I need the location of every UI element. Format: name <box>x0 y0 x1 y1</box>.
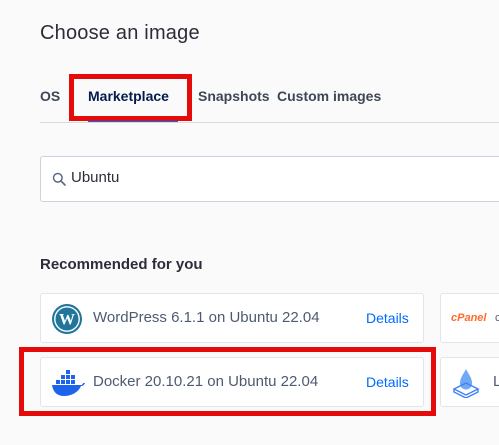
tab-os[interactable]: OS <box>40 88 60 104</box>
svg-text:W: W <box>59 312 75 329</box>
tab-snapshots[interactable]: Snapshots <box>198 88 270 104</box>
cpanel-icon: cPanel <box>451 312 487 324</box>
docker-card-highlight <box>19 347 436 416</box>
wordpress-icon: W <box>52 304 82 334</box>
details-link[interactable]: Details <box>366 310 409 326</box>
search-icon <box>52 172 66 186</box>
tab-custom-images[interactable]: Custom images <box>277 88 381 104</box>
marketplace-tab-highlight <box>69 74 192 121</box>
marketplace-card-wordpress[interactable]: W WordPress 6.1.1 on Ubuntu 22.04 Detail… <box>40 293 424 343</box>
card-name: WordPress 6.1.1 on Ubuntu 22.04 <box>93 309 320 326</box>
search-input[interactable] <box>71 169 451 186</box>
marketplace-card-cpanel[interactable]: cPanel c <box>440 293 499 343</box>
recommended-heading: Recommended for you <box>40 256 203 273</box>
marketplace-card-partial[interactable]: L <box>440 357 499 407</box>
search-box[interactable] <box>40 156 499 202</box>
page-title: Choose an image <box>40 22 200 44</box>
stack-icon <box>452 369 480 398</box>
card-name-partial: c <box>495 312 499 324</box>
card-name-partial: L <box>493 373 499 390</box>
